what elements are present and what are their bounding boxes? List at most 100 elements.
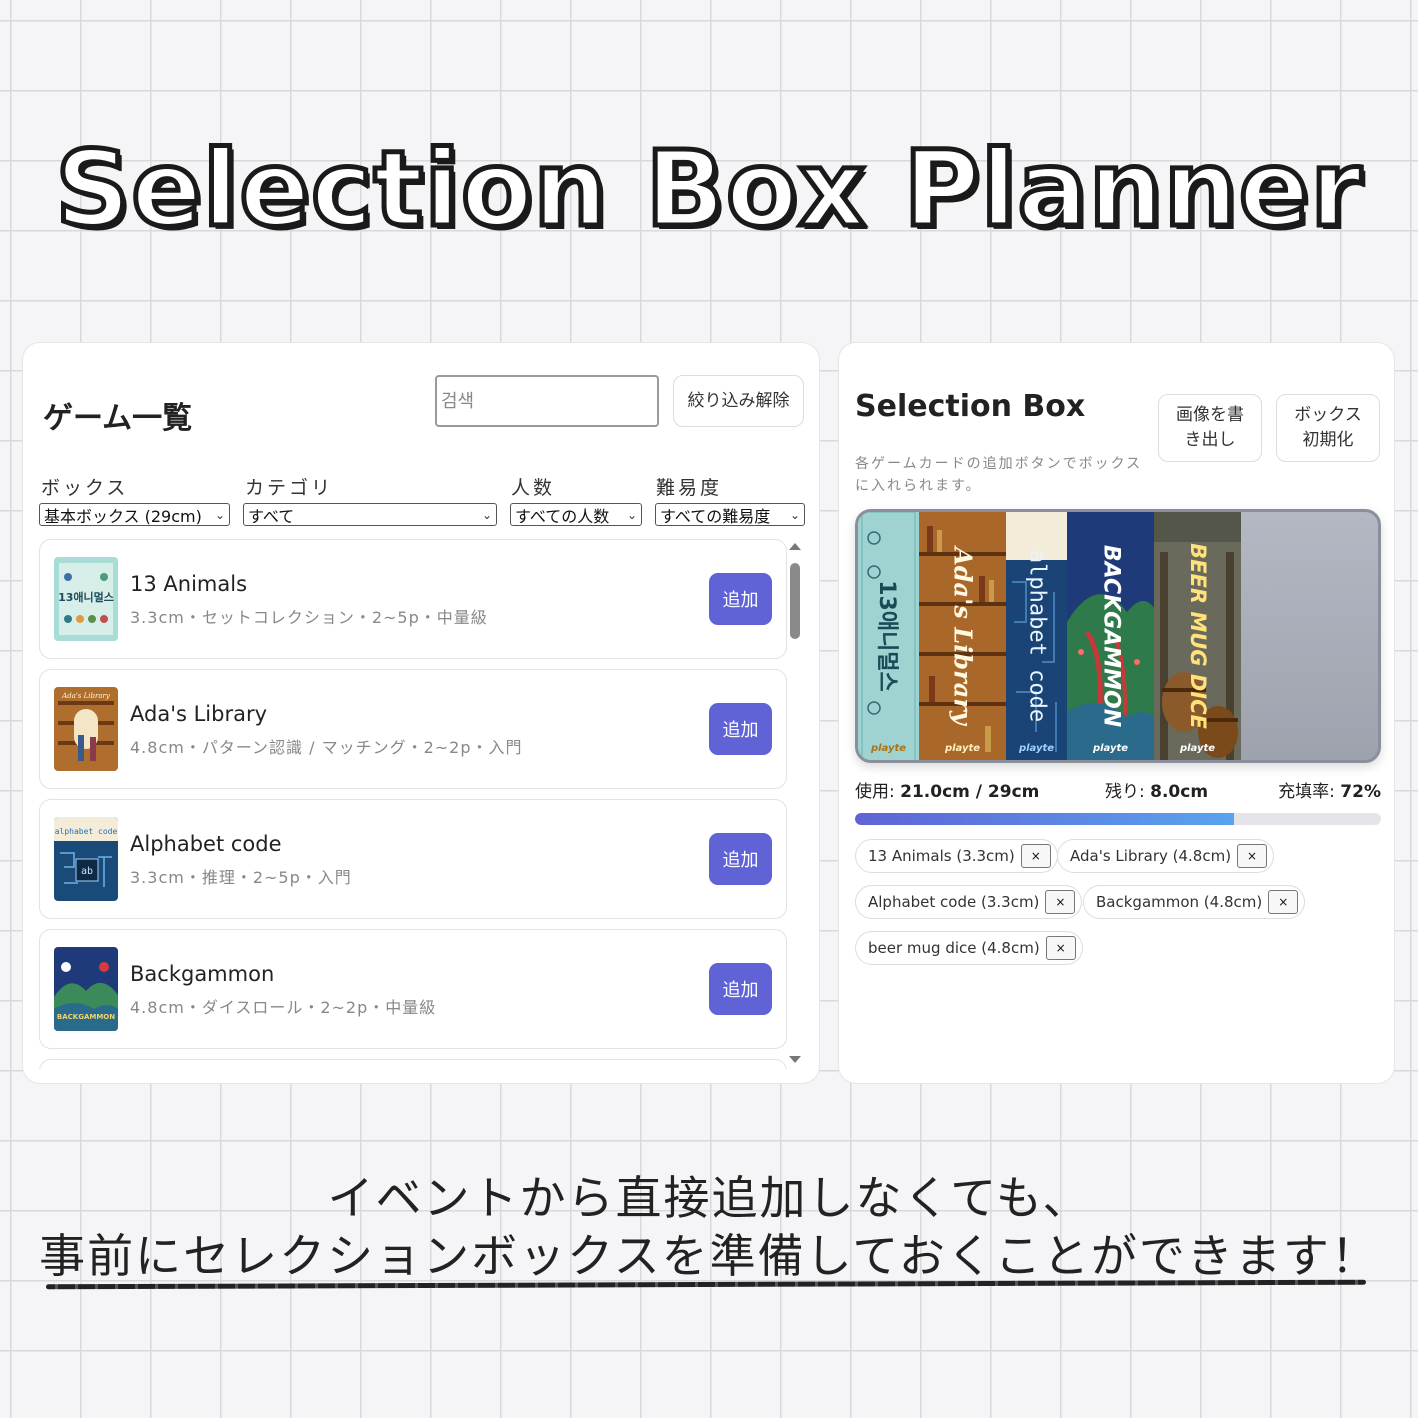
game-meta: 4.8cm・ダイスロール・2~2p・中量級 — [130, 998, 437, 1017]
game-name: Ada's Library — [130, 702, 268, 726]
selected-chip: beer mug dice (4.8cm) × — [855, 931, 1083, 965]
reset-box-label: ボックス初期化 — [1294, 405, 1362, 450]
used-label: 使用: — [855, 782, 895, 802]
game-list-panel: ゲーム一覧 絞り込み解除 ボックス カテゴリ 人数 難易度 基本ボックス (29… — [22, 342, 820, 1084]
export-image-label: 画像を書き出し — [1176, 405, 1244, 450]
chip-label: Ada's Library (4.8cm) — [1070, 847, 1232, 865]
fill-stat: 充填率: 72% — [1278, 777, 1381, 802]
players-select-value: すべての人数 — [515, 506, 610, 526]
close-icon[interactable]: × — [1268, 890, 1299, 914]
spine-beer-mug-dice: BEER MUG DICE playte — [1154, 512, 1241, 760]
svg-text:alphabet code: alphabet code — [55, 827, 118, 836]
game-meta: 3.3cm・セットコレクション・2~5p・中量級 — [130, 608, 488, 627]
search-input[interactable] — [435, 375, 659, 427]
svg-text:Ada's Library: Ada's Library — [61, 692, 111, 700]
filter-label-players: 人数 — [511, 477, 556, 499]
selected-chip: Ada's Library (4.8cm) × — [1057, 839, 1275, 873]
svg-text:BACKGAMMON: BACKGAMMON — [57, 1013, 115, 1021]
close-icon[interactable]: × — [1045, 936, 1076, 960]
fill-label: 充填率: — [1278, 782, 1335, 802]
difficulty-select-value: すべての難易度 — [660, 506, 771, 526]
add-button[interactable]: 追加 — [709, 963, 772, 1015]
game-thumbnail: Ada's Library — [54, 687, 118, 771]
filter-label-category: カテゴリ — [245, 477, 334, 499]
add-button[interactable]: 追加 — [709, 703, 772, 755]
spine-text: BEER MUG DICE — [1185, 543, 1210, 729]
game-list[interactable]: 13애니멀스 13 Animals 3.3cm・セットコレクション・2~5p・中… — [39, 539, 787, 1069]
game-meta: 4.8cm・パターン認識 / マッチング・2~2p・入門 — [130, 738, 523, 757]
selection-box-title: Selection Box — [855, 389, 1086, 424]
game-card: alphabet code ab Alphabet code 3.3cm・推理・… — [39, 799, 787, 919]
spine-backgammon: BACKGAMMON playte — [1067, 512, 1154, 760]
spine-13-animals: 13애니멀스 playte — [858, 512, 919, 760]
chip-label: Alphabet code (3.3cm) — [868, 893, 1040, 911]
spine-logo: playte — [944, 743, 981, 754]
game-thumbnail: 13애니멀스 — [54, 557, 118, 641]
chip-label: Backgammon (4.8cm) — [1096, 893, 1263, 911]
box-select-value: 基本ボックス (29cm) — [44, 506, 202, 526]
game-meta: 3.3cm・推理・2~5p・入門 — [130, 868, 352, 887]
category-select-value: すべて — [248, 506, 295, 526]
game-card — [39, 1059, 787, 1069]
scroll-down-arrow-icon[interactable] — [789, 1056, 801, 1063]
svg-text:ab: ab — [81, 866, 93, 877]
used-value: 21.0cm / 29cm — [900, 782, 1040, 802]
hero-title: Selection Box Planner — [53, 126, 1364, 253]
difficulty-select[interactable]: すべての難易度 ⌄ — [655, 503, 805, 526]
spine-text: BACKGAMMON — [1098, 544, 1123, 728]
remaining-label: 残り: — [1105, 782, 1145, 802]
add-button[interactable]: 追加 — [709, 573, 772, 625]
box-select[interactable]: 基本ボックス (29cm) ⌄ — [39, 503, 230, 526]
selected-chip: Alphabet code (3.3cm) × — [855, 885, 1083, 919]
box-stats: 使用: 21.0cm / 29cm 残り: 8.0cm 充填率: 72% — [855, 777, 1381, 802]
chip-label: beer mug dice (4.8cm) — [868, 939, 1040, 957]
box-visual: 13애니멀스 playte Ada's Library playte alpha… — [855, 509, 1381, 763]
selected-chip: Backgammon (4.8cm) × — [1083, 885, 1306, 919]
svg-text:13애니멀스: 13애니멀스 — [58, 590, 114, 604]
chevron-down-icon: ⌄ — [214, 507, 225, 522]
used-stat: 使用: 21.0cm / 29cm — [855, 777, 1039, 802]
selection-box-panel: Selection Box 各ゲームカードの追加ボタンでボックスに入れられます。… — [838, 342, 1395, 1084]
caption-line-1: イベントから直接追加しなくても、 — [327, 1171, 1091, 1225]
caption-line-2: 事前にセレクションボックスを準備しておくことができます！ — [39, 1229, 1379, 1283]
spine-text: Ada's Library — [948, 547, 977, 725]
chip-label: 13 Animals (3.3cm) — [868, 847, 1015, 865]
filter-label-difficulty: 難易度 — [656, 477, 723, 499]
add-button[interactable]: 追加 — [709, 833, 772, 885]
spine-text: 13애니멀스 — [873, 580, 899, 692]
players-select[interactable]: すべての人数 ⌄ — [510, 503, 642, 526]
filter-label-box: ボックス — [41, 477, 129, 499]
spine-text: alphabet code — [1024, 549, 1049, 723]
spine-adas-library: Ada's Library playte — [919, 512, 1006, 760]
game-name: Alphabet code — [130, 832, 282, 856]
game-name: 13 Animals — [130, 572, 248, 596]
game-card: 13애니멀스 13 Animals 3.3cm・セットコレクション・2~5p・中… — [39, 539, 787, 659]
chevron-down-icon: ⌄ — [626, 507, 637, 522]
reset-box-button[interactable]: ボックス初期化 — [1276, 394, 1380, 462]
game-name: Backgammon — [130, 962, 275, 986]
fill-progress-bar — [855, 813, 1381, 825]
clear-filters-button[interactable]: 絞り込み解除 — [673, 375, 804, 427]
game-thumbnail: alphabet code ab — [54, 817, 118, 901]
export-image-button[interactable]: 画像を書き出し — [1158, 394, 1262, 462]
spine-logo: playte — [1018, 743, 1055, 754]
scrollbar[interactable] — [789, 543, 803, 1063]
category-select[interactable]: すべて ⌄ — [243, 503, 497, 526]
game-card: Ada's Library Ada's Library 4.8cm・パターン認識… — [39, 669, 787, 789]
remaining-stat: 残り: 8.0cm — [1105, 777, 1208, 802]
selection-box-description: 各ゲームカードの追加ボタンでボックスに入れられます。 — [855, 456, 1143, 495]
game-list-title: ゲーム一覧 — [43, 401, 193, 436]
spine-logo: playte — [1092, 743, 1129, 754]
selected-chip: 13 Animals (3.3cm) × — [855, 839, 1058, 873]
close-icon[interactable]: × — [1237, 844, 1268, 868]
remaining-value: 8.0cm — [1150, 782, 1209, 802]
close-icon[interactable]: × — [1045, 890, 1076, 914]
close-icon[interactable]: × — [1020, 844, 1051, 868]
scroll-thumb[interactable] — [790, 563, 800, 639]
chevron-down-icon: ⌄ — [789, 507, 800, 522]
game-thumbnail: BACKGAMMON — [54, 947, 118, 1031]
spine-logo: playte — [1179, 743, 1216, 754]
spine-alphabet-code: alphabet code playte — [1006, 512, 1067, 760]
scroll-up-arrow-icon[interactable] — [789, 543, 801, 550]
fill-progress — [855, 813, 1234, 825]
